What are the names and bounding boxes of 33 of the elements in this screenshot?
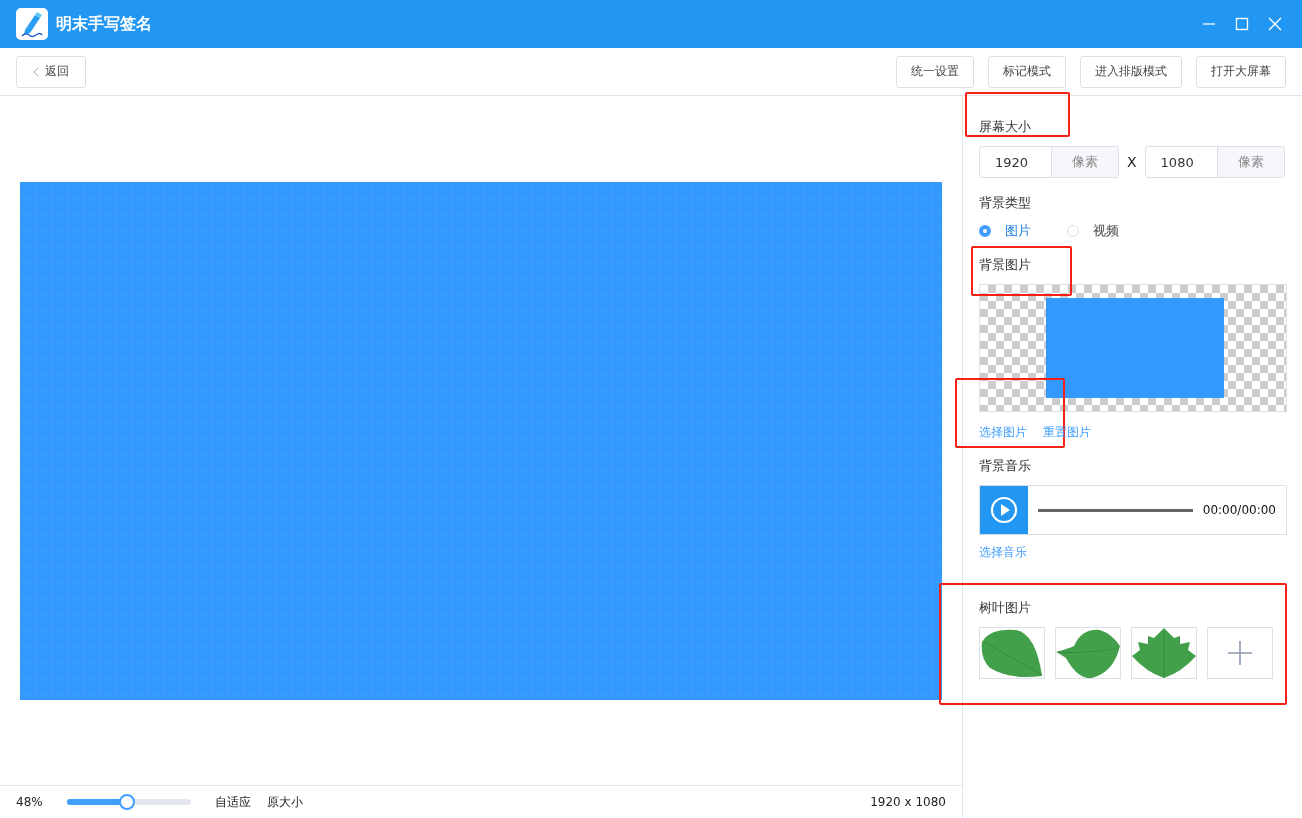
play-icon — [990, 496, 1018, 524]
canvas-size: 1920 x 1080 — [870, 795, 946, 809]
times-sign: X — [1127, 154, 1137, 170]
original-size-button[interactable]: 原大小 — [266, 793, 303, 811]
section-title: 背景图片 — [979, 256, 1031, 274]
audio-time: 00:00/00:00 — [1202, 503, 1277, 517]
chevron-left-icon — [33, 66, 39, 77]
plus-icon — [1227, 640, 1253, 666]
section-title: 树叶图片 — [979, 599, 1031, 617]
section-title: 背景音乐 — [979, 457, 1031, 475]
toolbar-button[interactable]: 标记模式 — [988, 55, 1066, 88]
window-title: 明末手写签名 — [56, 13, 152, 35]
width-field[interactable]: 1920 像素 — [979, 146, 1119, 178]
leaf-thumbnail[interactable] — [1055, 627, 1121, 679]
toolbar-button[interactable]: 打开大屏幕 — [1196, 55, 1286, 88]
maximize-icon[interactable] — [1235, 17, 1249, 31]
zoom-percent: 48% — [16, 795, 43, 809]
section-title: 背景类型 — [979, 194, 1031, 212]
back-button[interactable]: 返回 — [16, 55, 86, 88]
height-field[interactable]: 1080 像素 — [1144, 146, 1285, 178]
close-icon[interactable] — [1268, 17, 1282, 31]
toolbar-button[interactable]: 统一设置 — [896, 55, 974, 88]
radio-option[interactable]: 图片 — [979, 222, 1031, 240]
play-button[interactable] — [980, 486, 1028, 534]
leaf-thumbnail[interactable] — [1131, 627, 1197, 679]
leaf-thumbnail[interactable] — [979, 627, 1045, 679]
toolbar-button[interactable]: 进入排版模式 — [1080, 55, 1182, 88]
radio-option[interactable]: 视频 — [1067, 222, 1119, 240]
add-image-button[interactable] — [1207, 627, 1273, 679]
audio-progress-track[interactable] — [1038, 508, 1193, 512]
section-title: 屏幕大小 — [979, 118, 1031, 136]
fit-button[interactable]: 自适应 — [214, 793, 251, 811]
pen-logo-icon — [16, 8, 48, 40]
